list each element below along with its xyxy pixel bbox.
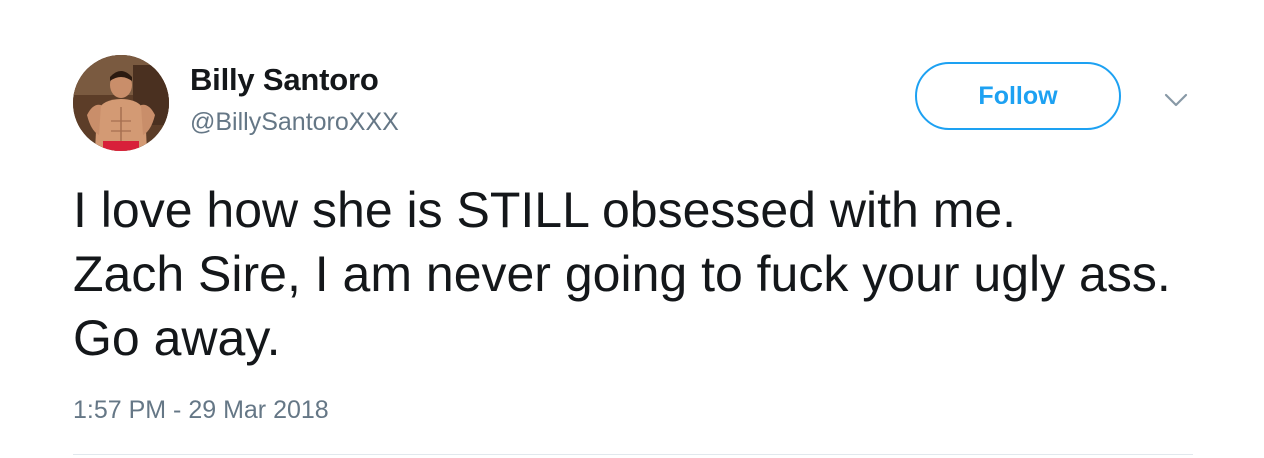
avatar[interactable] (73, 55, 169, 151)
author-handle[interactable]: @BillySantoroXXX (190, 108, 399, 137)
tweet-menu-caret[interactable] (1160, 88, 1192, 112)
author-display-name[interactable]: Billy Santoro (190, 62, 379, 98)
divider (73, 454, 1193, 455)
tweet-timestamp[interactable]: 1:57 PM - 29 Mar 2018 (73, 396, 329, 425)
avatar-photo (73, 55, 169, 151)
tweet-text: I love how she is STILL obsessed with me… (73, 182, 1171, 366)
follow-button[interactable]: Follow (915, 62, 1121, 130)
tweet-card: Billy Santoro @BillySantoroXXX Follow I … (0, 0, 1264, 458)
chevron-down-icon (1164, 93, 1188, 107)
